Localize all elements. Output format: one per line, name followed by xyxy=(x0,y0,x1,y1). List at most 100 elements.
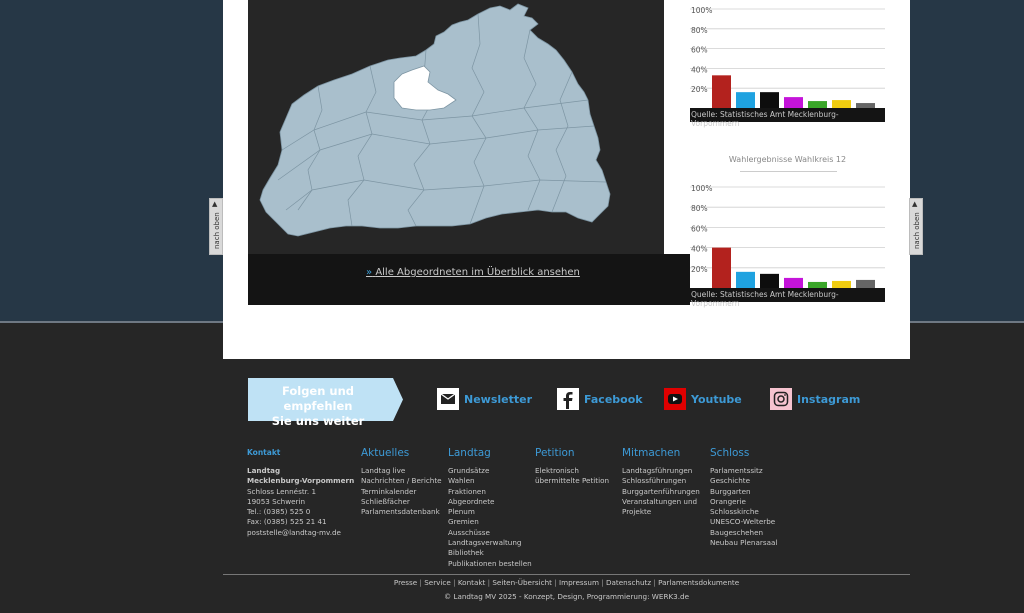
y-tick-label: 60% xyxy=(691,46,708,55)
footer-link[interactable]: Abgeordnete xyxy=(448,497,532,507)
chart-bar[interactable] xyxy=(760,92,779,108)
footer-link[interactable]: Ausschüsse xyxy=(448,528,532,538)
footer-link[interactable]: Wahlen xyxy=(448,476,532,486)
footer-link[interactable]: Neubau Plenarsaal xyxy=(710,538,777,548)
footer-link[interactable]: Fraktionen xyxy=(448,487,532,497)
bottom-link-impressum[interactable]: Impressum xyxy=(559,578,599,587)
back-to-top-label: nach oben xyxy=(913,212,921,249)
chart-2-title-divider xyxy=(740,171,837,172)
chart-bar[interactable] xyxy=(760,273,779,288)
copyright: © Landtag MV 2025 - Konzept, Design, Pro… xyxy=(443,592,690,601)
column-heading-mitmachen[interactable]: Mitmachen xyxy=(622,447,700,459)
footer-link[interactable]: Publikationen bestellen xyxy=(448,559,532,569)
footer-link[interactable]: Landtagsverwaltung xyxy=(448,538,532,548)
y-tick-label: 40% xyxy=(691,65,708,74)
column-heading-schloss[interactable]: Schloss xyxy=(710,447,777,459)
link-arrow-icon: » xyxy=(366,267,373,278)
footer-link[interactable]: Schlosskirche xyxy=(710,507,777,517)
footer-link[interactable]: Veranstaltungen und xyxy=(622,497,700,507)
instagram-label: Instagram xyxy=(797,392,861,406)
back-to-top-tab-left[interactable]: ▲ nach oben xyxy=(209,198,223,255)
footer-link[interactable]: Parlamentsdatenbank xyxy=(361,507,442,517)
footer-link[interactable]: Nachrichten / Berichte xyxy=(361,476,442,486)
footer-link[interactable]: Burggartenführungen xyxy=(622,487,700,497)
facebook-link[interactable]: Facebook xyxy=(557,388,643,410)
chart-2-title: Wahlergebnisse Wahlkreis 12 xyxy=(728,155,847,164)
back-to-top-label: nach oben xyxy=(213,212,221,249)
newsletter-link[interactable]: Newsletter xyxy=(437,388,532,410)
footer-link[interactable]: Landtag live xyxy=(361,466,442,476)
y-tick-label: 20% xyxy=(691,85,708,94)
footer-link[interactable]: Projekte xyxy=(622,507,700,517)
facebook-icon xyxy=(557,388,579,410)
column-heading-landtag[interactable]: Landtag xyxy=(448,447,532,459)
instagram-link[interactable]: Instagram xyxy=(770,388,860,410)
footer-link[interactable]: Terminkalender xyxy=(361,487,442,497)
footer-link[interactable]: Burggarten xyxy=(710,487,777,497)
chart-bar[interactable] xyxy=(784,97,803,108)
chart-bar[interactable] xyxy=(712,75,731,108)
back-to-top-tab-right[interactable]: ▲ nach oben xyxy=(909,198,923,255)
contact-heading: Kontakt xyxy=(247,448,281,457)
contact-city: 19053 Schwerin xyxy=(247,496,306,506)
y-tick-label: 60% xyxy=(691,224,708,233)
y-tick-label: 20% xyxy=(691,265,708,274)
footer-link[interactable]: Elektronisch xyxy=(535,466,609,476)
bottom-link-parlamentsdokumente[interactable]: Parlamentsdokumente xyxy=(658,578,739,587)
bottom-link-kontakt[interactable]: Kontakt xyxy=(458,578,486,587)
footer-link[interactable]: Geschichte xyxy=(710,476,777,486)
chart-bar[interactable] xyxy=(712,247,731,288)
bottom-link-sitemap[interactable]: Seiten-Übersicht xyxy=(492,578,552,587)
bottom-link-datenschutz[interactable]: Datenschutz xyxy=(606,578,651,587)
all-members-link-text: Alle Abgeordneten im Überblick ansehen xyxy=(375,267,580,278)
footer-link[interactable]: übermittelte Petition xyxy=(535,476,609,486)
footer-link[interactable]: Baugeschehen xyxy=(710,528,777,538)
arrow-up-icon: ▲ xyxy=(912,200,918,208)
footer-link[interactable]: Schließfächer xyxy=(361,497,442,507)
chart-bar[interactable] xyxy=(856,279,875,288)
chart-bar[interactable] xyxy=(736,271,755,288)
footer-link[interactable]: Plenum xyxy=(448,507,532,517)
bottom-link-presse[interactable]: Presse xyxy=(394,578,417,587)
map-state-shape xyxy=(259,3,611,237)
y-tick-label: 100% xyxy=(691,6,712,15)
y-tick-label: 80% xyxy=(691,26,708,35)
constituency-map-panel xyxy=(248,0,664,254)
election-chart-2: Wahlergebnisse Wahlkreis 12 100% 80% 60% 40… xyxy=(690,138,885,308)
contact-email[interactable]: poststelle@landtag-mv.de xyxy=(247,528,354,538)
bar-chart-1: 100% 80% 60% 40% 20% xyxy=(690,6,885,108)
footer-link[interactable]: Schlossführungen xyxy=(622,476,700,486)
follow-line-1: Folgen und empfehlen xyxy=(281,384,355,413)
chart-bar[interactable] xyxy=(808,101,827,108)
footer-link[interactable]: Parlamentssitz xyxy=(710,466,777,476)
chart-bar[interactable] xyxy=(736,92,755,108)
chart-2-source: Quelle: Statistisches Amt Mecklenburg-Vo… xyxy=(690,288,885,308)
chart-bar[interactable] xyxy=(832,280,851,288)
instagram-icon xyxy=(770,388,792,410)
column-heading-aktuelles[interactable]: Aktuelles xyxy=(361,447,442,459)
follow-banner-text: Folgen und empfehlen Sie uns weiter xyxy=(248,384,388,429)
footer-link[interactable]: Orangerie xyxy=(710,497,777,507)
constituency-map[interactable] xyxy=(248,0,664,254)
follow-line-2: Sie uns weiter xyxy=(271,414,365,428)
footer-contact: Kontakt Landtag Mecklenburg-Vorpommern S… xyxy=(247,448,354,538)
chart-bar[interactable] xyxy=(832,100,851,108)
footer-link[interactable]: Grundsätze xyxy=(448,466,532,476)
youtube-link[interactable]: Youtube xyxy=(664,388,742,410)
footer-column-schloss: Schloss Parlamentssitz Geschichte Burgga… xyxy=(710,447,777,548)
facebook-label: Facebook xyxy=(584,392,643,406)
footer-link[interactable]: Landtagsführungen xyxy=(622,466,700,476)
bottom-link-service[interactable]: Service xyxy=(424,578,451,587)
column-heading-petition[interactable]: Petition xyxy=(535,447,609,459)
contact-tel[interactable]: Tel.: (0385) 525 0 xyxy=(247,507,354,517)
all-members-link[interactable]: » Alle Abgeordneten im Überblick ansehen xyxy=(366,267,580,278)
bar-chart-2: 100% 80% 60% 40% 20% xyxy=(690,184,885,288)
footer-column-mitmachen: Mitmachen Landtagsführungen Schlossführu… xyxy=(622,447,700,517)
chart-bar[interactable] xyxy=(784,277,803,288)
follow-banner: Folgen und empfehlen Sie uns weiter xyxy=(248,378,403,428)
footer-link[interactable]: Bibliothek xyxy=(448,548,532,558)
youtube-icon xyxy=(664,388,686,410)
footer-link[interactable]: Gremien xyxy=(448,517,532,527)
newsletter-icon xyxy=(437,388,459,410)
footer-link[interactable]: UNESCO-Welterbe xyxy=(710,517,777,527)
